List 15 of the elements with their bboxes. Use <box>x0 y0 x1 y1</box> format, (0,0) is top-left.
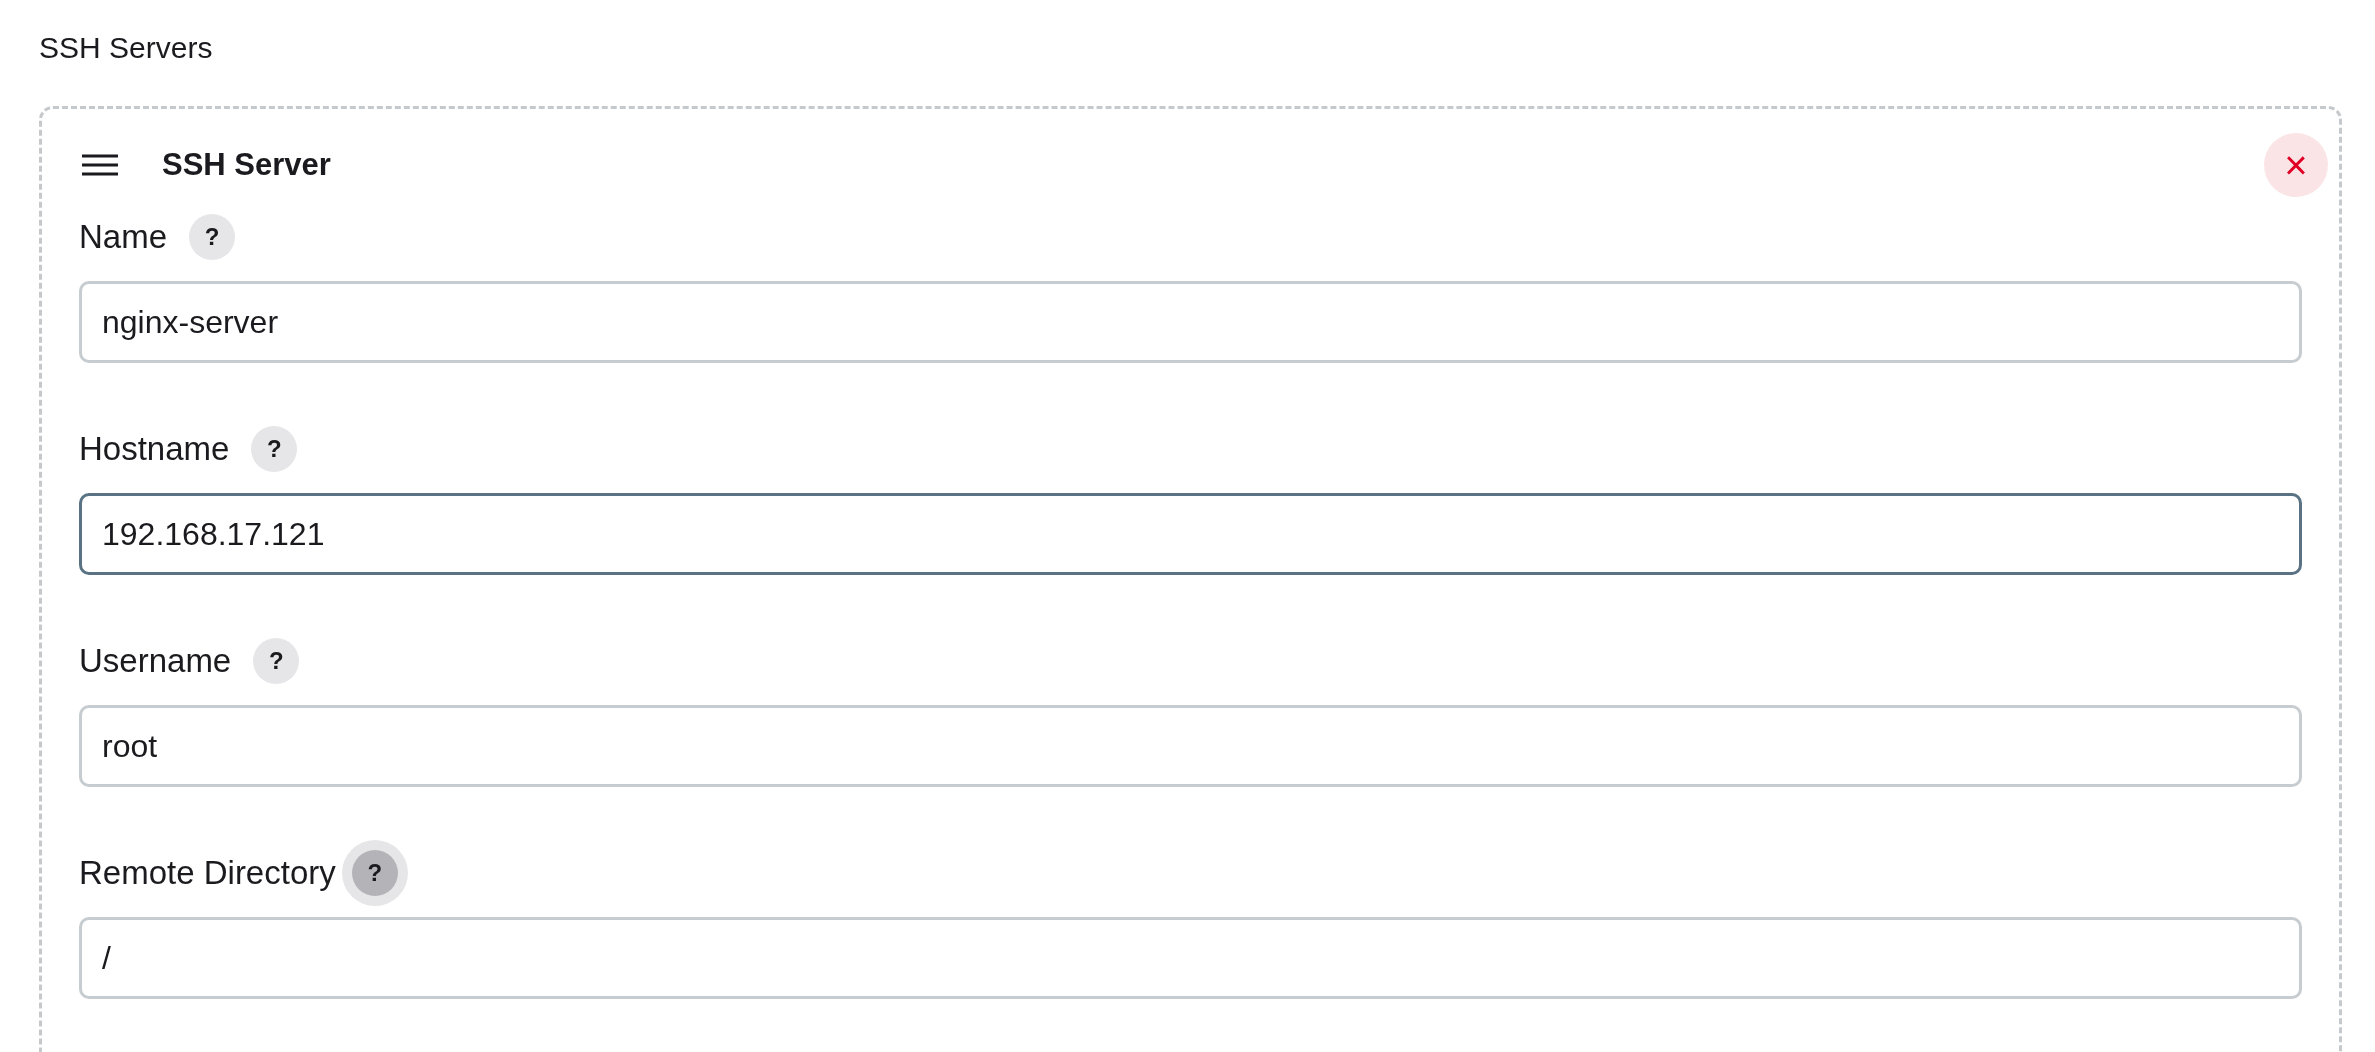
field-label: Username <box>79 641 232 682</box>
help-button[interactable]: ? <box>253 638 300 684</box>
field-label: Hostname <box>79 429 230 470</box>
close-button[interactable]: × <box>2264 133 2328 197</box>
help-button[interactable]: ? <box>189 214 236 260</box>
card-title: SSH Server <box>162 145 331 184</box>
menu-icon[interactable] <box>82 154 118 176</box>
text-field[interactable]: nginx-server <box>79 281 2302 363</box>
field-label: Name <box>79 217 168 258</box>
help-button[interactable]: ? <box>251 426 298 472</box>
text-field[interactable]: / <box>79 917 2302 999</box>
text-field[interactable]: 192.168.17.121 <box>79 493 2302 575</box>
section-title: SSH Servers <box>39 30 213 66</box>
field-label: Remote Directory <box>79 853 336 894</box>
text-field[interactable]: root <box>79 705 2302 787</box>
